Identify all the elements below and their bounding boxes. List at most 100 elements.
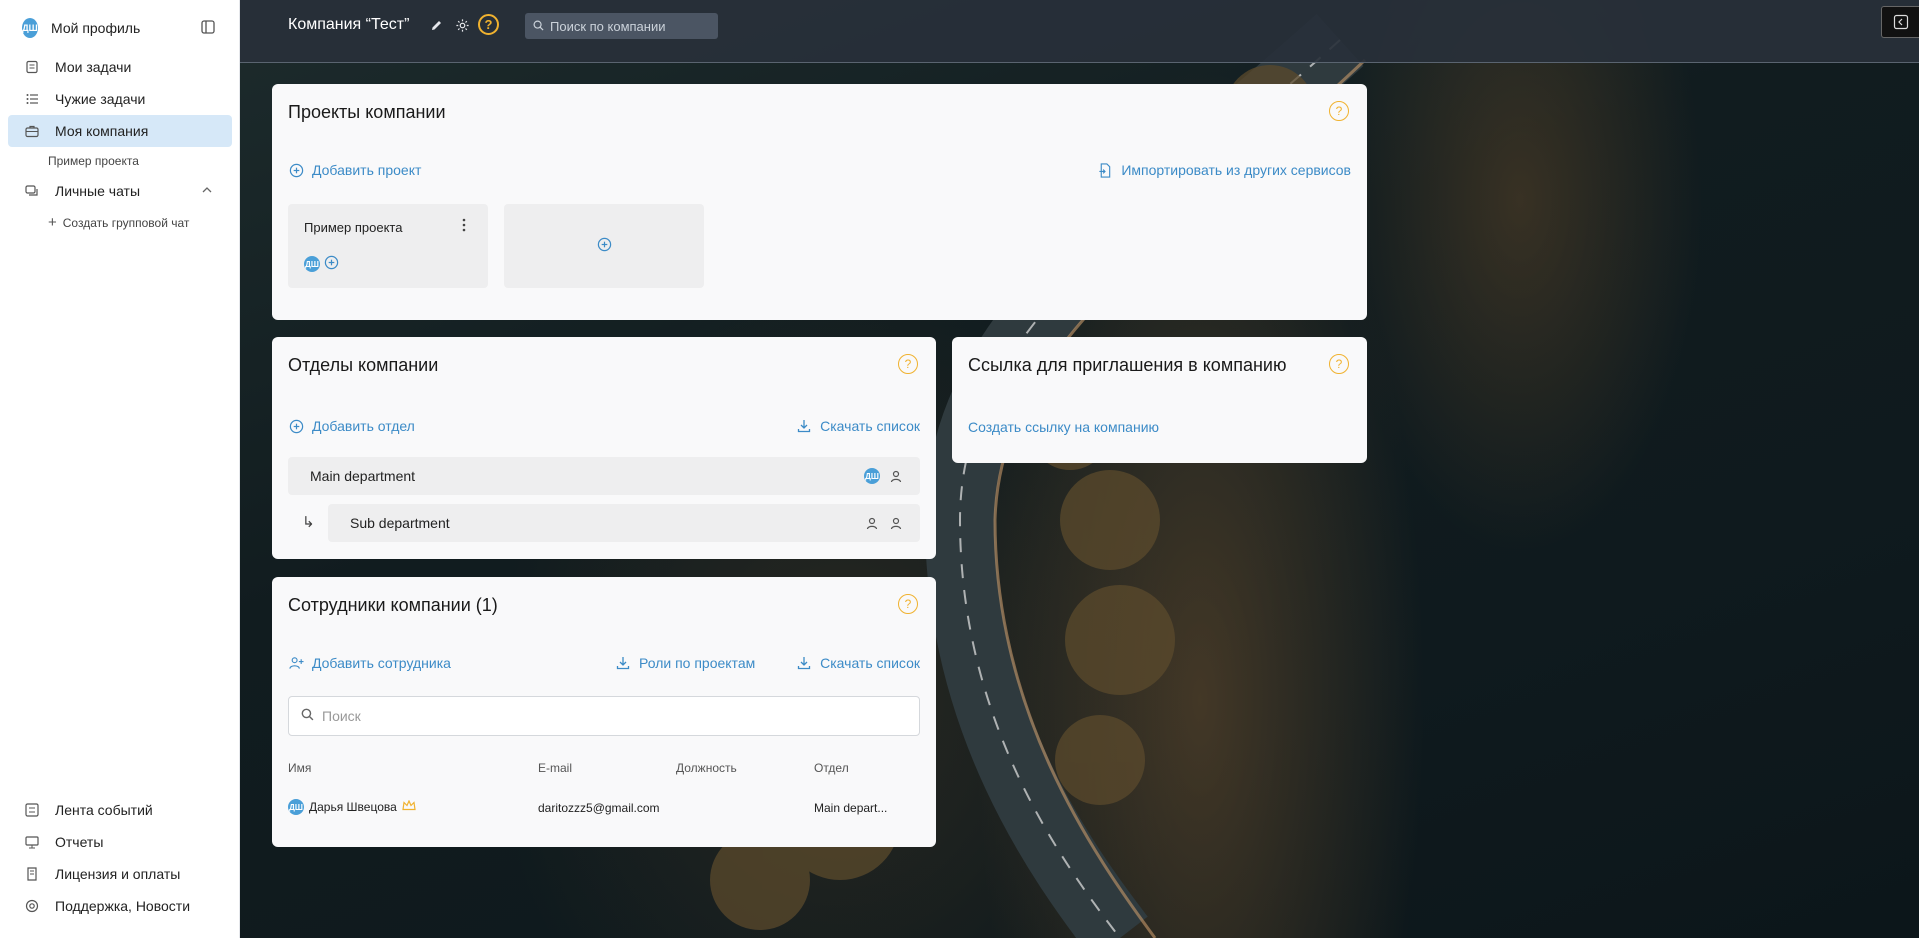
- department-row-sub[interactable]: Sub department: [328, 504, 920, 542]
- more-vertical-icon[interactable]: [462, 218, 472, 234]
- create-group-chat-link[interactable]: + Создать групповой чат: [48, 214, 189, 231]
- departments-help-icon[interactable]: ?: [898, 354, 918, 374]
- sidebar-item-label: Лента событий: [55, 802, 153, 818]
- download-departments-button[interactable]: Скачать список: [796, 418, 920, 434]
- employee-email: daritozzz5@gmail.com: [538, 801, 660, 815]
- profile-avatar: ДШ: [22, 18, 38, 38]
- reports-icon: [24, 834, 40, 850]
- sidebar-item-license[interactable]: Лицензия и оплаты: [8, 858, 232, 890]
- employee-search[interactable]: [288, 696, 920, 736]
- column-header-department[interactable]: Отдел: [814, 761, 849, 775]
- person-icon[interactable]: [864, 515, 880, 531]
- invite-title: Ссылка для приглашения в компанию: [968, 355, 1287, 375]
- import-button[interactable]: Импортировать из других сервисов: [1097, 162, 1351, 178]
- sidebar-item-others-tasks[interactable]: Чужие задачи: [8, 83, 232, 115]
- employees-title: Сотрудники компании (1): [288, 595, 498, 616]
- sidebar-item-label: Лицензия и оплаты: [55, 866, 181, 882]
- collapse-right-panel-button[interactable]: [1881, 6, 1919, 38]
- project-members: ДШ: [304, 255, 339, 273]
- add-circle-icon: [288, 418, 304, 434]
- projects-help-icon[interactable]: ?: [1329, 101, 1349, 121]
- project-roles-label: Роли по проектам: [639, 655, 756, 671]
- employees-title-text: Сотрудники компании: [288, 595, 471, 615]
- create-invite-link-button[interactable]: Создать ссылку на компанию: [968, 419, 1159, 435]
- avatar: ДШ: [22, 18, 38, 38]
- feed-icon: [24, 802, 40, 818]
- license-icon: [24, 866, 40, 882]
- sub-department-arrow-icon: ↳: [302, 514, 315, 531]
- column-header-email[interactable]: E-mail: [538, 761, 572, 775]
- project-roles-button[interactable]: Роли по проектам: [615, 655, 755, 671]
- department-name: Main department: [310, 468, 416, 484]
- gear-icon[interactable]: [453, 16, 471, 34]
- import-icon: [1097, 162, 1113, 178]
- add-member-icon[interactable]: [324, 255, 339, 273]
- sidebar-item-label: Мои задачи: [55, 59, 132, 75]
- departments-title: Отделы компании: [288, 355, 439, 375]
- create-group-chat-label: Создать групповой чат: [62, 215, 190, 230]
- avatar: ДШ: [304, 256, 320, 272]
- column-header-name[interactable]: Имя: [288, 761, 311, 775]
- download-icon: [615, 655, 631, 671]
- sidebar-item-support[interactable]: Поддержка, Новости: [8, 890, 232, 922]
- person-icon[interactable]: [888, 468, 904, 484]
- list-icon: [24, 91, 40, 107]
- add-department-label: Добавить отдел: [312, 418, 415, 434]
- invite-card: Ссылка для приглашения в компанию ? Созд…: [952, 337, 1367, 463]
- company-title: Компания “Тест”: [288, 16, 410, 33]
- project-name: Пример проекта: [304, 220, 403, 235]
- sidebar-item-my-company[interactable]: Моя компания: [8, 115, 232, 147]
- sidebar-item-reports[interactable]: Отчеты: [8, 826, 232, 858]
- sidebar-item-label: Поддержка, Новости: [55, 898, 191, 914]
- support-icon: [24, 898, 40, 914]
- person-icon[interactable]: [888, 515, 904, 531]
- table-row[interactable]: ДШ Дарья Швецова: [288, 799, 416, 815]
- download-icon: [796, 655, 812, 671]
- add-user-icon: [288, 655, 304, 671]
- project-card[interactable]: Пример проекта ДШ: [288, 204, 488, 288]
- department-name: Sub department: [350, 515, 450, 531]
- employee-name: Дарья Швецова: [309, 800, 397, 814]
- department-row-main[interactable]: Main department ДШ: [288, 457, 920, 495]
- departments-card: Отделы компании ? Добавить отдел Скачать…: [272, 337, 936, 559]
- employee-department: Main depart...: [814, 801, 888, 815]
- sidebar-item-label: Мой профиль: [51, 20, 141, 36]
- add-employee-button[interactable]: Добавить сотрудника: [288, 655, 451, 671]
- search-icon: [301, 708, 314, 724]
- employee-search-input[interactable]: [322, 708, 902, 724]
- add-department-button[interactable]: Добавить отдел: [288, 418, 415, 434]
- download-employees-button[interactable]: Скачать список: [796, 655, 920, 671]
- column-header-position[interactable]: Должность: [676, 761, 737, 775]
- sidebar-item-profile[interactable]: ДШ Мой профиль: [8, 12, 232, 44]
- sidebar-item-my-tasks[interactable]: Мои задачи: [8, 51, 232, 83]
- top-header: Компания “Тест” ?: [240, 0, 1919, 63]
- sidebar-sub-project[interactable]: Пример проекта: [48, 154, 139, 168]
- sidebar-item-label: Личные чаты: [55, 183, 141, 199]
- add-circle-icon: [597, 237, 612, 255]
- download-departments-label: Скачать список: [820, 418, 920, 434]
- panel-toggle-icon: [1893, 14, 1908, 30]
- header-help-icon[interactable]: ?: [478, 14, 499, 35]
- sidebar-item-label: Отчеты: [55, 834, 104, 850]
- add-circle-icon: [288, 162, 304, 178]
- add-employee-label: Добавить сотрудника: [312, 655, 451, 671]
- avatar: ДШ: [864, 468, 880, 484]
- company-search-input[interactable]: [550, 18, 710, 34]
- chat-icon: [24, 183, 40, 199]
- edit-icon[interactable]: [427, 16, 445, 34]
- sidebar-item-events[interactable]: Лента событий: [8, 794, 232, 826]
- chevron-up-icon[interactable]: [201, 183, 215, 197]
- import-label: Импортировать из других сервисов: [1121, 162, 1351, 178]
- plus-icon: +: [48, 214, 57, 231]
- company-search[interactable]: [525, 13, 718, 39]
- new-project-card[interactable]: [504, 204, 704, 288]
- add-project-button[interactable]: Добавить проект: [288, 162, 421, 178]
- employees-help-icon[interactable]: ?: [898, 594, 918, 614]
- add-project-label: Добавить проект: [312, 162, 422, 178]
- invite-help-icon[interactable]: ?: [1329, 354, 1349, 374]
- avatar: ДШ: [288, 799, 304, 815]
- search-icon: [533, 18, 544, 34]
- collapse-sidebar-icon[interactable]: [201, 20, 217, 36]
- sidebar-item-private-chats[interactable]: Личные чаты: [8, 175, 232, 207]
- projects-title: Проекты компании: [288, 102, 446, 122]
